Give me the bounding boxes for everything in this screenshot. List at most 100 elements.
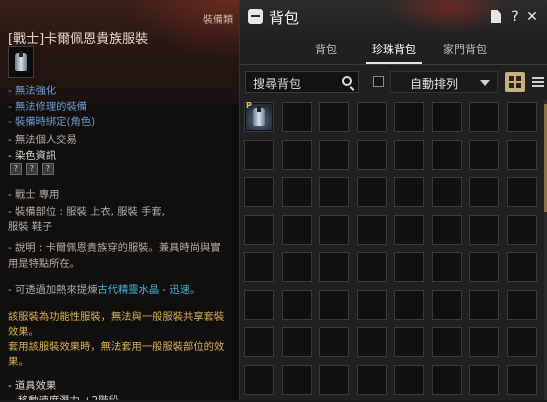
inventory-slot[interactable] bbox=[432, 215, 462, 245]
dye-slot: ? bbox=[10, 163, 22, 175]
inventory-slot[interactable] bbox=[282, 140, 312, 170]
tab-family-inventory[interactable]: 家門背包 bbox=[437, 36, 493, 64]
inventory-slot[interactable] bbox=[394, 140, 424, 170]
inventory-slot[interactable] bbox=[282, 327, 312, 357]
inventory-slot[interactable] bbox=[432, 102, 462, 132]
grid-view-button[interactable] bbox=[505, 72, 525, 92]
tooltip-line: - 說明 : 卡爾佩恩貴族穿的服裝。兼具時尚與實 bbox=[8, 242, 221, 254]
inventory-slot[interactable] bbox=[469, 252, 499, 282]
inventory-slot[interactable] bbox=[394, 102, 424, 132]
inventory-slot[interactable] bbox=[282, 102, 312, 132]
inventory-slot[interactable] bbox=[357, 215, 387, 245]
inventory-slot[interactable] bbox=[432, 290, 462, 320]
inventory-slot[interactable] bbox=[319, 140, 349, 170]
inventory-slot[interactable] bbox=[432, 140, 462, 170]
inventory-slot[interactable] bbox=[357, 252, 387, 282]
inventory-slot[interactable] bbox=[507, 327, 537, 357]
inventory-slot[interactable] bbox=[507, 215, 537, 245]
close-button[interactable]: ✕ bbox=[525, 8, 539, 26]
inventory-slot[interactable] bbox=[469, 102, 499, 132]
inventory-slot[interactable] bbox=[357, 177, 387, 207]
list-view-button[interactable] bbox=[530, 72, 546, 92]
inventory-slot[interactable] bbox=[432, 365, 462, 395]
dye-slot: ? bbox=[26, 163, 38, 175]
inventory-slot[interactable] bbox=[357, 290, 387, 320]
tooltip-line: - 無法強化 bbox=[8, 85, 57, 97]
inventory-slot[interactable] bbox=[357, 365, 387, 395]
bag-window: 背包 ? ✕ 背包 珍珠背包 家門背包 搜尋背包 自動排列 P bbox=[240, 0, 547, 400]
inventory-slot[interactable]: P bbox=[244, 101, 274, 132]
inventory-slot[interactable] bbox=[469, 327, 499, 357]
tooltip-line: 移動速度潛力 +2階段 bbox=[18, 392, 119, 400]
tooltip-refine-line: - 可透過加熱來提煉古代精靈水晶 - 迅速。 bbox=[8, 281, 200, 296]
help-button[interactable]: ? bbox=[508, 8, 522, 26]
inventory-slot[interactable] bbox=[507, 177, 537, 207]
inventory-slot[interactable] bbox=[432, 177, 462, 207]
auto-sort-checkbox[interactable] bbox=[373, 76, 384, 87]
tooltip-line: 效果。 bbox=[8, 326, 39, 338]
inventory-slot[interactable] bbox=[507, 365, 537, 395]
inventory-slot[interactable] bbox=[469, 177, 499, 207]
document-icon[interactable] bbox=[491, 10, 501, 23]
inventory-slot[interactable] bbox=[282, 177, 312, 207]
tab-pearl-inventory[interactable]: 珍珠背包 bbox=[366, 36, 422, 64]
inventory-slot[interactable] bbox=[469, 365, 499, 395]
inventory-slot[interactable] bbox=[394, 365, 424, 395]
inventory-slot[interactable] bbox=[357, 102, 387, 132]
inventory-slot[interactable] bbox=[394, 327, 424, 357]
search-input[interactable]: 搜尋背包 bbox=[245, 71, 359, 93]
inventory-slot[interactable] bbox=[319, 252, 349, 282]
window-header[interactable]: 背包 ? ✕ bbox=[240, 0, 547, 34]
tooltip-line: - 染色資訊 bbox=[8, 150, 57, 162]
inventory-slot[interactable] bbox=[507, 140, 537, 170]
inventory-slot[interactable] bbox=[394, 215, 424, 245]
inventory-slot[interactable] bbox=[357, 140, 387, 170]
inventory-slot[interactable] bbox=[319, 102, 349, 132]
inventory-slot[interactable] bbox=[507, 290, 537, 320]
inventory-slot[interactable] bbox=[282, 365, 312, 395]
tooltip-line: - 無法個人交易 bbox=[8, 134, 77, 146]
inventory-slot[interactable] bbox=[282, 290, 312, 320]
inventory-slot[interactable] bbox=[244, 290, 274, 320]
inventory-slot[interactable] bbox=[469, 140, 499, 170]
dye-slot: ? bbox=[42, 163, 54, 175]
item-icon-frame bbox=[8, 46, 34, 78]
inventory-slot[interactable] bbox=[244, 140, 274, 170]
inventory-slot[interactable] bbox=[319, 327, 349, 357]
sort-dropdown[interactable]: 自動排列 bbox=[390, 71, 498, 93]
tooltip-line: 服裝 鞋子 bbox=[8, 221, 53, 233]
inventory-slot[interactable] bbox=[507, 102, 537, 132]
inventory-slot[interactable] bbox=[282, 215, 312, 245]
search-icon[interactable] bbox=[342, 76, 352, 86]
inventory-slot[interactable] bbox=[244, 365, 274, 395]
inventory-slot[interactable] bbox=[432, 327, 462, 357]
inventory-slot[interactable] bbox=[394, 252, 424, 282]
item-tooltip: 裝備類 [戰士]卡爾佩恩貴族服裝 - 無法強化 - 無法修理的裝備 - 裝備時綁… bbox=[0, 0, 240, 400]
inventory-slot[interactable] bbox=[394, 290, 424, 320]
inventory-slot[interactable] bbox=[507, 252, 537, 282]
bag-tabs: 背包 珍珠背包 家門背包 bbox=[240, 36, 547, 64]
inventory-slot[interactable] bbox=[469, 290, 499, 320]
inventory-slot[interactable] bbox=[319, 365, 349, 395]
inventory-slot[interactable] bbox=[394, 177, 424, 207]
inventory-slot[interactable] bbox=[244, 252, 274, 282]
crystal-link[interactable]: 古代精靈水晶 - 迅速 bbox=[97, 284, 190, 296]
tooltip-line: - 道具效果 bbox=[8, 380, 57, 392]
inventory-slot[interactable] bbox=[319, 177, 349, 207]
tooltip-line: - 戰士 專用 bbox=[8, 189, 60, 201]
inventory-slot[interactable] bbox=[432, 252, 462, 282]
inventory-slot[interactable] bbox=[244, 215, 274, 245]
inventory-slot[interactable] bbox=[357, 327, 387, 357]
tab-inventory[interactable]: 背包 bbox=[302, 36, 350, 64]
inventory-grid: P bbox=[244, 101, 544, 402]
tooltip-line: - 無法修理的裝備 bbox=[8, 101, 88, 113]
window-title: 背包 bbox=[269, 9, 300, 27]
inventory-slot[interactable] bbox=[319, 215, 349, 245]
inventory-slot[interactable] bbox=[319, 290, 349, 320]
inventory-slot[interactable] bbox=[244, 327, 274, 357]
inventory-slot[interactable] bbox=[469, 215, 499, 245]
inventory-slot[interactable] bbox=[244, 177, 274, 207]
sort-label: 自動排列 bbox=[410, 77, 459, 91]
tooltip-line: 套用該服裝效果時，無法套用一般服裝部位的效 bbox=[8, 341, 225, 353]
inventory-slot[interactable] bbox=[282, 252, 312, 282]
